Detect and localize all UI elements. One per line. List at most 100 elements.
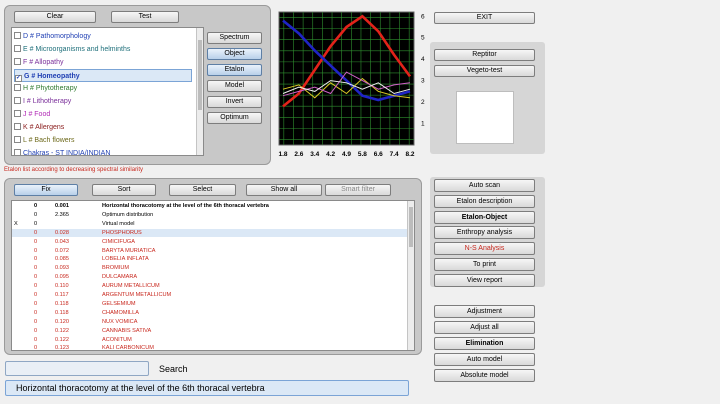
analysis-button-3[interactable]: Enthropy analysis [434, 226, 535, 240]
table-row[interactable]: 0 0.123 KALI CARBONICUM [12, 344, 414, 351]
category-item[interactable]: E # Microorganisms and helminths [14, 43, 192, 56]
table-row[interactable]: 0 0.110 AURUM METALLICUM [12, 282, 414, 290]
chart-y-tick-label: 2 [421, 99, 425, 106]
model-button-4[interactable]: Absolute model [434, 369, 535, 382]
table-row[interactable]: 0 0.043 CIMICIFUGA [12, 238, 414, 246]
row-cell-c0: 0 [34, 247, 38, 254]
chart-y-tick-label: 1 [421, 121, 425, 128]
mode-button-model[interactable]: Model [207, 80, 262, 92]
table-row[interactable]: 0 0.093 BROMIUM [12, 264, 414, 272]
row-cell-c1: 0.110 [55, 283, 69, 290]
category-item[interactable]: D # Pathomorphology [14, 30, 192, 43]
table-row[interactable]: 0 0.001 Horizontal thoracotomy at the leve… [12, 202, 414, 210]
chart-x-tick-label: 6.6 [374, 151, 383, 158]
table-row[interactable]: 0 2.365 Optimum distribution [12, 211, 414, 219]
analysis-button-6[interactable]: View report [434, 273, 535, 287]
mode-button-invert[interactable]: Invert [207, 96, 262, 108]
category-item[interactable]: F # Allopathy [14, 56, 192, 69]
fix-button[interactable]: Fix [14, 184, 78, 196]
category-item[interactable]: H # Phytotherapy [14, 82, 192, 95]
row-cell-c2: AURUM METALLICUM [102, 283, 160, 290]
search-label: Search [159, 364, 188, 374]
category-checkbox[interactable] [14, 149, 21, 155]
row-cell-c0: 0 [34, 283, 38, 290]
clear-button[interactable]: Clear [14, 11, 96, 23]
analysis-button-0[interactable]: Auto scan [434, 179, 535, 192]
category-item[interactable]: J # Food [14, 108, 192, 121]
model-button-3[interactable]: Auto model [434, 353, 535, 366]
vegeto-test-button[interactable]: Vegeto-test [434, 65, 535, 77]
table-row[interactable]: 0 0.028 PHOSPHORUS [12, 228, 414, 237]
category-checkbox[interactable] [14, 110, 21, 117]
chart-x-tick-label: 3.4 [310, 151, 319, 158]
category-scrollbar[interactable] [196, 28, 203, 155]
row-mark[interactable]: X [14, 220, 18, 228]
category-checkbox[interactable] [14, 45, 21, 52]
table-row[interactable]: 0 0.122 CANNABIS SATIVA [12, 327, 414, 335]
search-input[interactable] [5, 361, 149, 376]
reptitor-button[interactable]: Reptitor [434, 49, 535, 61]
category-item[interactable]: I # Lithotherapy [14, 95, 192, 108]
chart-y-tick-label: 4 [421, 56, 425, 63]
model-button-2[interactable]: Elimination [434, 337, 535, 350]
category-checkbox[interactable] [14, 97, 21, 104]
etalon-list[interactable]: 0 0.001 Horizontal thoracotomy at the leve… [11, 200, 415, 351]
etalon-scroll-thumb[interactable] [409, 207, 413, 247]
category-item[interactable]: K # Allergens [14, 121, 192, 134]
chart-x-tick-label: 5.8 [358, 151, 367, 158]
table-row[interactable]: 0 0.095 DULCAMARA [12, 273, 414, 281]
mode-button-spectrum[interactable]: Spectrum [207, 32, 262, 44]
table-row[interactable]: 0 0.122 ACONITUM [12, 336, 414, 344]
category-item[interactable]: ✓ G # Homeopathy [14, 69, 192, 82]
select-button[interactable]: Select [169, 184, 236, 196]
category-item[interactable]: Chakras - ST INDIA/INDIAN [14, 147, 192, 155]
table-row[interactable]: 0 0.118 GELSEMIUM [12, 300, 414, 308]
table-row[interactable]: 0 0.072 BARYTA MURIATICA [12, 247, 414, 255]
row-cell-c0: 0 [34, 292, 38, 298]
status-line: Etalon list according to decreasing spec… [4, 167, 144, 173]
row-cell-c1: 0.117 [55, 292, 69, 298]
analysis-button-1[interactable]: Etalon description [434, 194, 535, 208]
category-label: H # Phytotherapy [23, 85, 78, 92]
category-scroll-thumb[interactable] [198, 40, 202, 110]
category-checkbox[interactable] [14, 58, 21, 65]
category-checkbox[interactable] [14, 32, 21, 39]
row-cell-c1: 0.028 [55, 229, 69, 236]
show-all-button[interactable]: Show all [246, 184, 322, 196]
mode-button-optimum[interactable]: Optimum [207, 112, 262, 124]
row-cell-c1: 0.093 [55, 265, 69, 272]
row-cell-c1: 2.365 [55, 211, 69, 218]
etalon-scrollbar[interactable] [407, 201, 414, 350]
row-cell-c0: 0 [34, 238, 38, 245]
table-row[interactable]: 0 0.117 ARGENTUM METALLICUM [12, 291, 414, 299]
chart-x-tick-label: 1.8 [278, 151, 287, 158]
sort-button[interactable]: Sort [92, 184, 156, 196]
test-button[interactable]: Test [111, 11, 179, 23]
model-button-1[interactable]: Adjust all [434, 321, 535, 334]
analysis-button-4[interactable]: N-S Analysis [434, 242, 535, 256]
table-row[interactable]: 0 0.118 CHAMOMILLA [12, 309, 414, 317]
analysis-button-2[interactable]: Etalon-Object [434, 210, 535, 224]
smart-filter-button[interactable]: Smart filter [325, 184, 391, 196]
mode-button-object[interactable]: Object [207, 48, 262, 60]
row-cell-c0: 0 [34, 345, 38, 351]
analysis-button-5[interactable]: To print [434, 258, 535, 271]
model-button-0[interactable]: Adjustment [434, 305, 535, 318]
category-checkbox[interactable] [14, 84, 21, 91]
category-list[interactable]: D # Pathomorphology E # Microorganisms an… [11, 27, 204, 156]
category-checkbox[interactable] [14, 136, 21, 143]
chart-x-tick-label: 4.2 [326, 151, 335, 158]
table-row[interactable]: X 0 Virtual model [12, 220, 414, 228]
category-checkbox[interactable] [14, 123, 21, 130]
table-row[interactable]: 0 0.120 NUX VOMICA [12, 318, 414, 326]
category-checkbox[interactable]: ✓ [15, 75, 22, 82]
row-cell-c1: 0.120 [55, 318, 69, 325]
spectrum-chart: 1.8 2.6 3.4 4.2 4.9 5.8 6.6 7.4 8.2 1 2 3 4 5 6 [278, 11, 425, 158]
mode-button-etalon[interactable]: Etalon [207, 64, 262, 76]
category-label: L # Bach flowers [23, 137, 75, 144]
category-label: J # Food [23, 111, 51, 118]
category-item[interactable]: L # Bach flowers [14, 134, 192, 147]
row-cell-c0: 0 [34, 211, 38, 218]
table-row[interactable]: 0 0.085 LOBELIA INFLATA [12, 255, 414, 263]
exit-button[interactable]: EXIT [434, 12, 535, 24]
